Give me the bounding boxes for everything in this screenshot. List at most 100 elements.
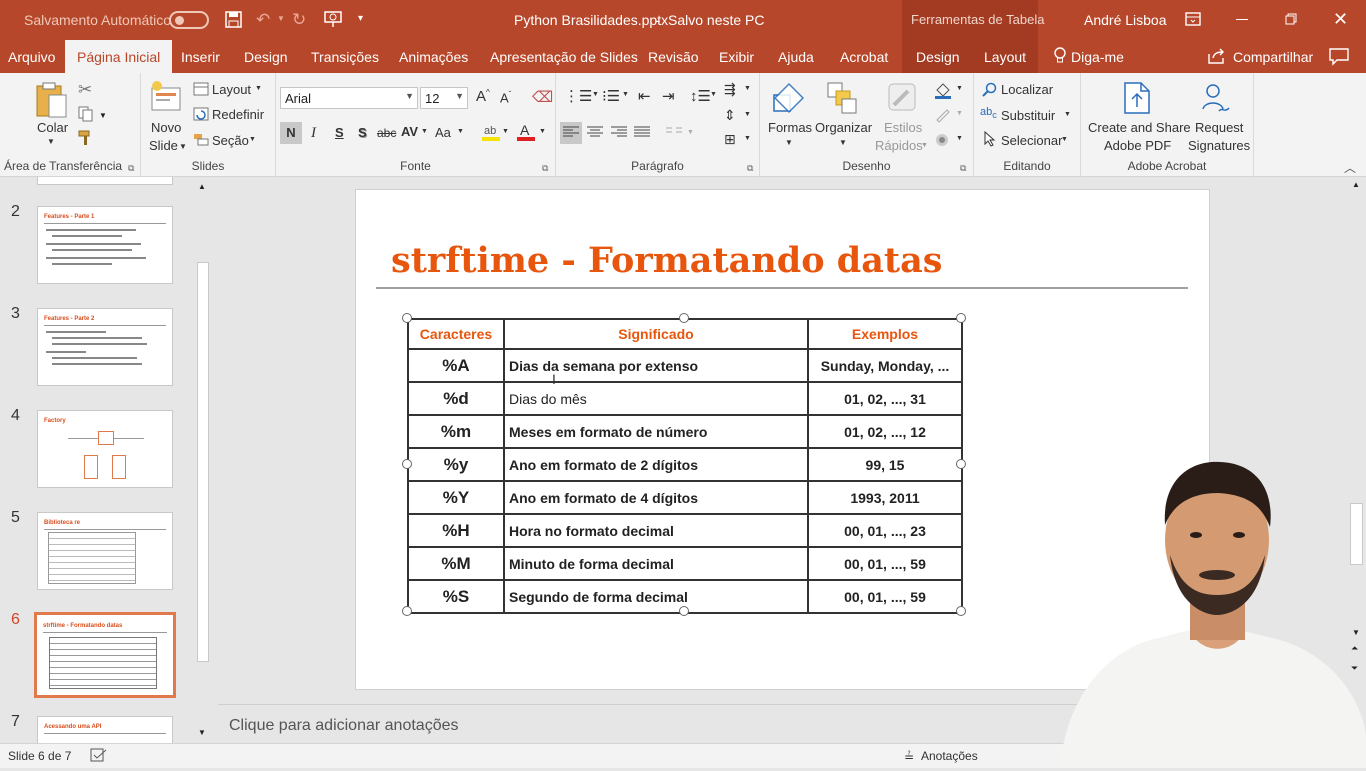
line-spacing-dropdown-icon[interactable]: ▼ <box>710 91 717 98</box>
format-painter-icon[interactable] <box>78 130 94 149</box>
arrange-button[interactable]: Organizar <box>815 120 872 135</box>
arrange-icon[interactable] <box>826 81 858 118</box>
italic-button[interactable]: I <box>311 125 316 142</box>
cell-example[interactable]: Sunday, Monday, ... <box>807 348 963 383</box>
ribbon-display-options-icon[interactable] <box>1185 12 1201 29</box>
new-slide-label-1[interactable]: Novo <box>151 120 181 135</box>
header-significado[interactable]: Significado <box>503 318 809 350</box>
bold-button[interactable]: N <box>280 122 302 144</box>
notes-placeholder[interactable]: Clique para adicionar anotações <box>229 717 458 735</box>
quick-styles-label-2[interactable]: Rápidos <box>875 138 923 153</box>
resize-handle-bottom-center[interactable] <box>679 606 689 616</box>
tab-table-design[interactable]: Design <box>916 49 960 65</box>
smartart-dropdown-icon[interactable]: ▼ <box>744 135 751 142</box>
autosave-toggle[interactable] <box>169 11 209 29</box>
cell-code[interactable]: %A <box>407 348 505 383</box>
char-spacing-dropdown-icon[interactable]: ▼ <box>421 128 428 135</box>
decrease-indent-icon[interactable]: ⇤ <box>638 87 651 105</box>
tab-ajuda[interactable]: Ajuda <box>778 49 814 65</box>
resize-handle-top-left[interactable] <box>402 313 412 323</box>
cell-example[interactable]: 00, 01, ..., 23 <box>807 513 963 548</box>
cell-code[interactable]: %H <box>407 513 505 548</box>
text-direction-dropdown-icon[interactable]: ▼ <box>744 85 751 92</box>
cell-meaning[interactable]: Dias da semana por extenso <box>503 348 809 383</box>
shape-effects-dropdown-icon[interactable]: ▼ <box>956 135 963 142</box>
quick-styles-dropdown-icon[interactable]: ▼ <box>921 142 928 149</box>
create-pdf-label-2[interactable]: Adobe PDF <box>1104 138 1171 153</box>
section-button[interactable]: Seção <box>212 133 249 148</box>
font-name-combo[interactable]: Arial ▼ <box>280 87 418 109</box>
user-name[interactable]: André Lisboa <box>1084 12 1167 28</box>
layout-button[interactable]: Layout <box>212 82 251 97</box>
save-icon[interactable] <box>225 11 242 31</box>
scroll-up-icon[interactable]: ▲ <box>198 182 206 191</box>
tab-inserir[interactable]: Inserir <box>181 49 220 65</box>
section-icon[interactable] <box>193 132 209 149</box>
redo-icon[interactable]: ↻ <box>292 10 306 30</box>
new-slide-dropdown-icon[interactable]: ▼ <box>179 142 187 151</box>
cell-code[interactable]: %S <box>407 579 505 614</box>
paste-dropdown-icon[interactable]: ▼ <box>47 137 55 146</box>
cell-example[interactable]: 00, 01, ..., 59 <box>807 579 963 614</box>
highlight-color-icon[interactable]: ab <box>481 122 501 145</box>
scrollbar-thumb[interactable] <box>197 262 209 662</box>
thumbnail-slide-2[interactable]: Features - Parte 1 <box>37 206 173 284</box>
align-left-icon[interactable] <box>560 122 582 144</box>
cell-meaning[interactable]: Ano em formato de 2 dígitos <box>503 447 809 482</box>
notes-icon[interactable]: ≟ <box>904 750 914 764</box>
bullets-icon[interactable]: ⋮☰ <box>564 87 592 105</box>
cell-code[interactable]: %m <box>407 414 505 449</box>
find-icon[interactable] <box>982 82 997 100</box>
font-launcher-icon[interactable]: ⧉ <box>542 163 548 174</box>
numbering-icon[interactable]: ⁝☰ <box>602 87 620 105</box>
slide-title[interactable]: strftime - Formatando datas <box>391 240 942 281</box>
undo-dropdown-icon[interactable]: ▼ <box>277 14 285 23</box>
cell-example[interactable]: 1993, 2011 <box>807 480 963 515</box>
tab-exibir[interactable]: Exibir <box>719 49 754 65</box>
reset-icon[interactable] <box>193 107 209 124</box>
decrease-font-icon[interactable]: Aˇ <box>500 90 511 105</box>
font-name-dropdown-icon[interactable]: ▼ <box>405 91 414 101</box>
cell-code[interactable]: %M <box>407 546 505 581</box>
tab-transicoes[interactable]: Transições <box>311 49 379 65</box>
cell-meaning[interactable]: Meses em formato de número <box>503 414 809 449</box>
copy-dropdown-icon[interactable]: ▼ <box>99 111 107 120</box>
minimize-icon[interactable] <box>1236 19 1248 20</box>
clipboard-launcher-icon[interactable]: ⧉ <box>128 163 134 174</box>
cell-example[interactable]: 00, 01, ..., 59 <box>807 546 963 581</box>
underline-button[interactable]: S <box>335 125 344 140</box>
request-signatures-icon[interactable] <box>1199 81 1233 118</box>
collapse-ribbon-icon[interactable]: ︿ <box>1344 159 1356 176</box>
select-dropdown-icon[interactable]: ▼ <box>1061 136 1068 143</box>
quick-styles-icon[interactable] <box>886 81 920 118</box>
select-icon[interactable] <box>983 130 997 150</box>
shapes-button[interactable]: Formas <box>768 120 812 135</box>
customize-toolbar-icon[interactable]: ▾ <box>358 13 363 24</box>
cell-meaning[interactable]: Segundo de forma decimal <box>503 579 809 614</box>
paste-button[interactable]: Colar <box>37 120 68 135</box>
arrange-dropdown-icon[interactable]: ▼ <box>839 138 847 147</box>
thumbnail-scrollbar[interactable]: ▲ ▼ <box>195 180 212 740</box>
resize-handle-bottom-right[interactable] <box>956 606 966 616</box>
tab-table-layout[interactable]: Layout <box>984 49 1026 65</box>
tab-pagina-inicial[interactable]: Página Inicial <box>65 40 173 73</box>
paragraph-launcher-icon[interactable]: ⧉ <box>747 163 753 174</box>
drawing-launcher-icon[interactable]: ⧉ <box>960 163 966 174</box>
share-button[interactable]: Compartilhar <box>1233 49 1313 65</box>
strikethrough-button[interactable]: abc <box>377 126 396 140</box>
shape-outline-icon[interactable] <box>934 106 952 127</box>
create-pdf-icon[interactable] <box>1123 81 1151 118</box>
replace-dropdown-icon[interactable]: ▼ <box>1064 111 1071 118</box>
resize-handle-top-right[interactable] <box>956 313 966 323</box>
font-color-icon[interactable]: A <box>516 122 536 145</box>
thumbnail-slide-3[interactable]: Features - Parte 2 <box>37 308 173 386</box>
select-button[interactable]: Selecionar <box>1001 133 1062 148</box>
text-direction-icon[interactable]: ⇶ <box>724 81 736 98</box>
replace-icon[interactable]: abc <box>980 106 997 120</box>
align-text-icon[interactable]: ⇕ <box>724 107 736 124</box>
cell-code[interactable]: %Y <box>407 480 505 515</box>
tab-apresentacao-de-slides[interactable]: Apresentação de Slides <box>490 49 638 65</box>
cell-meaning[interactable]: Ano em formato de 4 dígitos <box>503 480 809 515</box>
line-spacing-icon[interactable]: ↕☰ <box>690 87 711 105</box>
resize-handle-middle-left[interactable] <box>402 459 412 469</box>
